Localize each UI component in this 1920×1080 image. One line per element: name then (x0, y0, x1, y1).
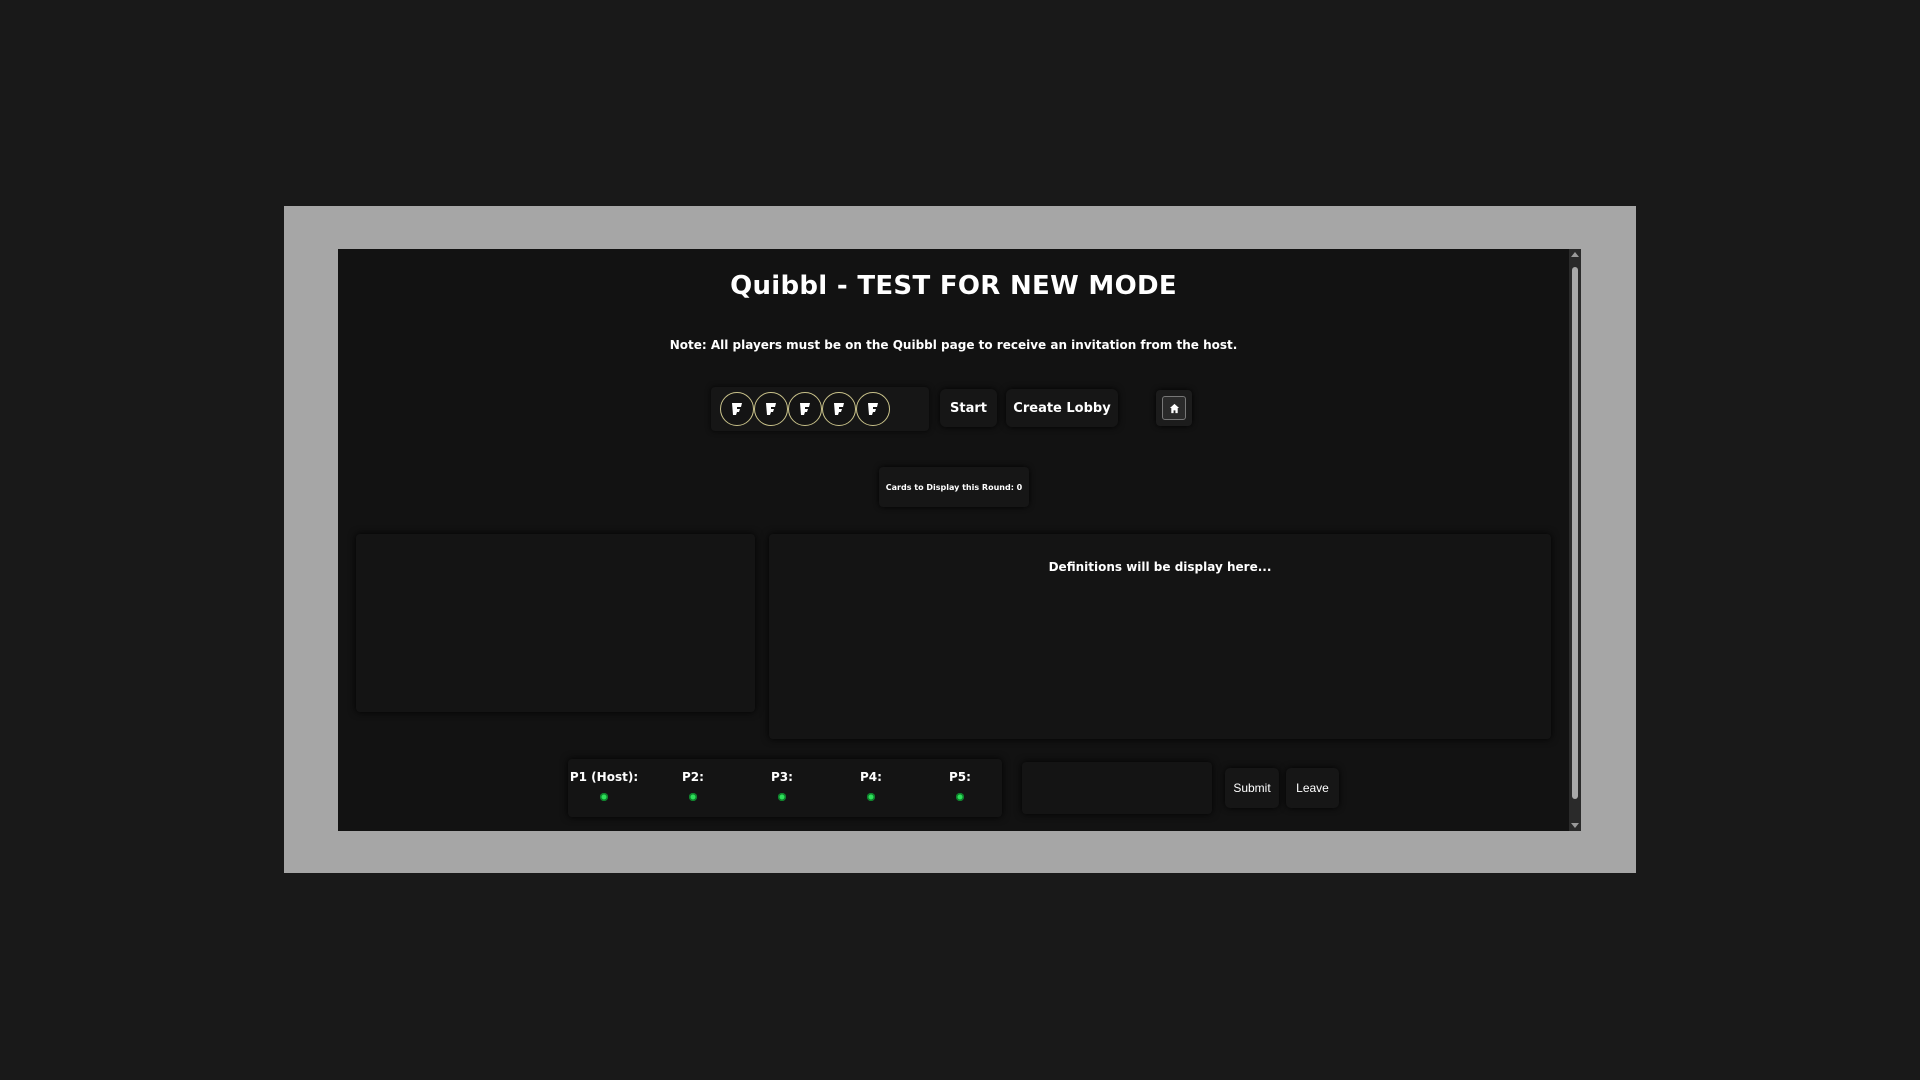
status-dot-icon (778, 793, 786, 801)
quibbl-app: Quibbl - TEST FOR NEW MODE Note: All pla… (338, 249, 1581, 831)
coin-3[interactable] (788, 392, 822, 426)
submit-button[interactable]: Submit (1225, 768, 1279, 808)
scroll-down-icon[interactable] (1571, 823, 1579, 828)
window-frame: Quibbl - TEST FOR NEW MODE Note: All pla… (284, 206, 1636, 873)
status-dot-icon (600, 793, 608, 801)
coin-4[interactable] (822, 392, 856, 426)
round-cards-display: Cards to Display this Round: 0 (879, 467, 1029, 507)
player-label: P4: (860, 770, 882, 784)
start-button[interactable]: Start (940, 389, 997, 427)
player-slot-3: P3: (742, 770, 822, 801)
flag-icon (766, 403, 776, 415)
page-title: Quibbl - TEST FOR NEW MODE (730, 271, 1177, 301)
coin-1[interactable] (720, 392, 754, 426)
create-lobby-button[interactable]: Create Lobby (1006, 389, 1118, 427)
flag-icon (868, 403, 878, 415)
player-slot-1: P1 (Host): (564, 770, 644, 801)
player-label: P5: (949, 770, 971, 784)
status-dot-icon (689, 793, 697, 801)
home-icon (1162, 396, 1186, 420)
player-label: P1 (Host): (569, 770, 639, 784)
flag-icon (800, 403, 810, 415)
player-label: P2: (682, 770, 704, 784)
scroll-thumb[interactable] (1572, 267, 1578, 799)
status-dot-icon (956, 793, 964, 801)
leave-button[interactable]: Leave (1286, 768, 1339, 808)
coin-selector (711, 387, 929, 431)
flag-icon (834, 403, 844, 415)
player-slot-5: P5: (920, 770, 1000, 801)
player-slot-4: P4: (831, 770, 911, 801)
vertical-scrollbar[interactable] (1569, 249, 1581, 831)
coin-5[interactable] (856, 392, 890, 426)
player-slot-2: P2: (653, 770, 733, 801)
player-label: P3: (771, 770, 793, 784)
scroll-up-icon[interactable] (1571, 252, 1579, 257)
invitation-note: Note: All players must be on the Quibbl … (669, 338, 1238, 352)
coin-2[interactable] (754, 392, 788, 426)
players-panel: P1 (Host): P2: P3: P4: P5: (568, 759, 1002, 817)
answer-input[interactable] (1022, 762, 1212, 814)
definitions-panel: Definitions will be display here... (769, 534, 1551, 739)
cards-panel (356, 534, 755, 712)
flag-icon (732, 403, 742, 415)
controls-bar: Start Create Lobby (338, 387, 1569, 433)
home-button[interactable] (1156, 390, 1192, 426)
status-dot-icon (867, 793, 875, 801)
definitions-placeholder: Definitions will be display here... (1048, 560, 1272, 574)
